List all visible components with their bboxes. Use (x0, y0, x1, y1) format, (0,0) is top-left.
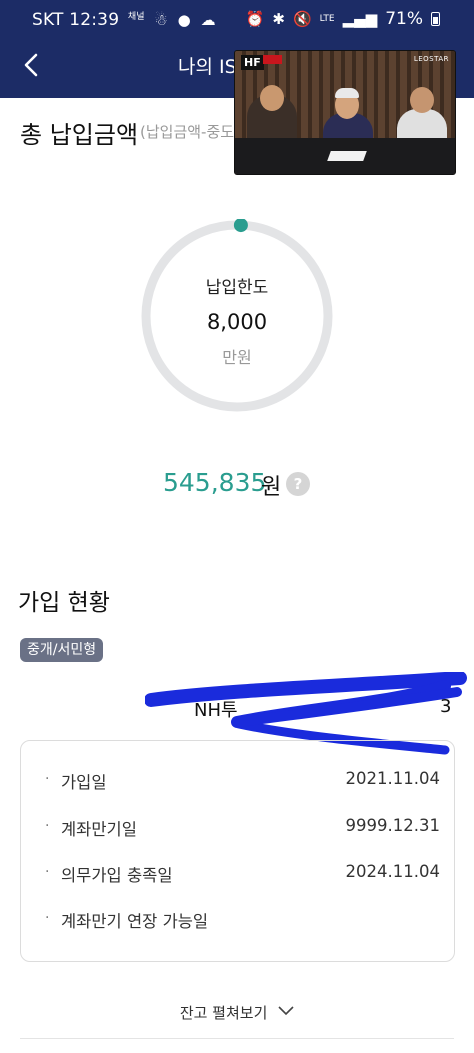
detail-row: · 가입일 2021.11.04 (21, 765, 456, 795)
expand-balance-button[interactable]: 잔고 펼쳐보기 (0, 1002, 474, 1023)
video-overlay[interactable]: HF LEOSTAR (234, 50, 456, 175)
status-bar: SKT 12:39 채널 ☃ ● ☁ ⏰ ✱ 🔇 LTE ▂▄▆ 71% (0, 0, 474, 38)
detail-label: 계좌만기 연장 가능일 (61, 912, 209, 931)
gauge-label: 납입한도 (205, 278, 269, 298)
person-right-head (410, 87, 434, 113)
app-notification-icon: ☃ (154, 11, 169, 29)
bullet: · (45, 818, 50, 834)
detail-value: 9999.12.31 (345, 816, 440, 835)
account-type-badge: 중개/서민형 (20, 638, 104, 662)
video-logo: HF (241, 55, 264, 70)
question-icon[interactable]: ? (286, 472, 310, 496)
battery-icon (431, 12, 440, 26)
page-title: 나의 IS (178, 56, 237, 78)
subscription-heading: 가입 현황 (18, 590, 110, 616)
battery-level: 71% (385, 9, 423, 29)
carrier-label: SKT (32, 10, 64, 30)
notification-icon: 채널 (127, 12, 145, 22)
status-left: SKT 12:39 채널 ☃ ● ☁ (32, 9, 216, 30)
detail-label: 의무가입 충족일 (61, 866, 173, 885)
detail-value: 2021.11.04 (345, 769, 440, 788)
detail-value: 2024.11.04 (345, 862, 440, 881)
detail-label: 계좌만기일 (61, 820, 137, 839)
bullet: · (45, 771, 50, 787)
clock: 12:39 (69, 10, 120, 30)
bullet: · (45, 864, 50, 880)
expand-balance-label: 잔고 펼쳐보기 (179, 1004, 268, 1022)
divider (20, 1038, 454, 1039)
network-type: LTE (319, 13, 335, 24)
chevron-down-icon (278, 1006, 294, 1016)
total-payment-subheading: (납입금액-중도 (140, 123, 235, 141)
bullet: · (45, 910, 50, 926)
cloud-icon: ☁ (200, 11, 216, 29)
person-center-cap (335, 88, 359, 98)
total-amount: 545,835 (163, 468, 267, 497)
detail-row: · 의무가입 충족일 2024.11.04 (21, 858, 456, 888)
detail-row: · 계좌만기 연장 가능일 (21, 904, 456, 934)
video-paper (327, 151, 367, 161)
video-brand: LEOSTAR (413, 55, 449, 63)
status-right: ⏰ ✱ 🔇 LTE ▂▄▆ 71% (246, 9, 440, 29)
chevron-left-icon[interactable] (18, 50, 44, 80)
detail-label: 가입일 (61, 773, 107, 792)
total-payment-heading: 총 납입금액 (20, 121, 139, 149)
bluetooth-icon: ✱ (272, 10, 285, 28)
video-tag (263, 55, 283, 64)
chat-icon: ● (177, 11, 191, 29)
alarm-icon: ⏰ (245, 10, 265, 28)
detail-row: · 계좌만기일 9999.12.31 (21, 812, 456, 842)
signal-icon: ▂▄▆ (342, 10, 378, 28)
gauge-value: 8,000 (206, 310, 268, 334)
gauge-progress-dot (233, 219, 248, 233)
person-left-head (260, 85, 284, 111)
subscription-details-card: · 가입일 2021.11.04 · 계좌만기일 9999.12.31 · 의무… (20, 740, 455, 962)
total-amount-unit: 원 (261, 475, 282, 500)
mute-icon: 🔇 (292, 10, 312, 28)
gauge-unit: 만원 (222, 348, 252, 367)
